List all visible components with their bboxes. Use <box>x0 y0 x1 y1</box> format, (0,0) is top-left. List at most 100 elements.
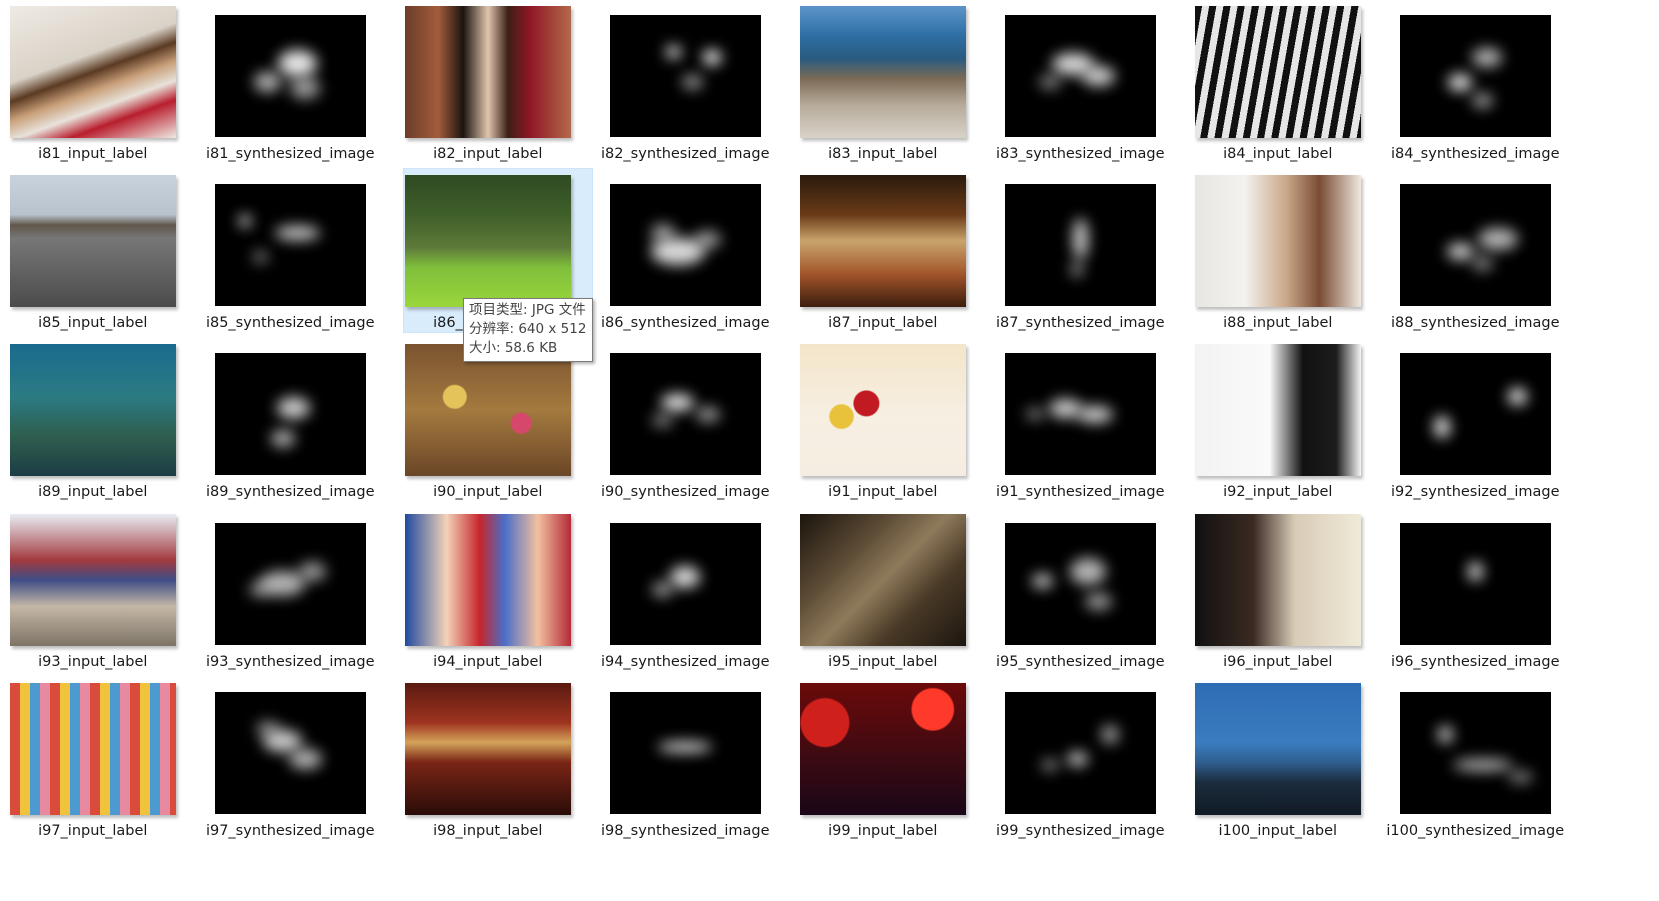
photo-thumbnail <box>1194 175 1361 308</box>
file-tile[interactable]: i98_input_label <box>389 679 587 848</box>
tooltip-size: 大小: 58.6 KB <box>469 340 558 356</box>
file-tile[interactable]: i85_input_label <box>0 171 192 340</box>
file-tile[interactable]: i92_input_label <box>1179 340 1377 509</box>
thumbnail-frame <box>1392 344 1558 476</box>
thumbnail-frame <box>9 175 176 308</box>
thumbnail-frame <box>404 513 571 646</box>
file-name-label: i96_input_label <box>1223 653 1333 670</box>
file-tile[interactable]: i85_synthesized_image <box>192 171 390 340</box>
file-tile[interactable]: i82_synthesized_image <box>587 2 785 171</box>
file-tile[interactable]: i84_input_label <box>1179 2 1377 171</box>
file-tile[interactable]: i92_synthesized_image <box>1377 340 1575 509</box>
photo-thumbnail <box>1194 344 1361 477</box>
file-name-label: i98_synthesized_image <box>600 822 770 839</box>
saliency-map-thumbnail <box>214 15 366 137</box>
saliency-map-thumbnail <box>1399 691 1551 814</box>
file-tile[interactable]: i88_synthesized_image <box>1377 171 1575 340</box>
saliency-map-thumbnail <box>214 353 366 476</box>
thumbnail-frame <box>1392 175 1558 307</box>
file-tile[interactable]: i97_synthesized_image <box>192 679 390 848</box>
saliency-map-thumbnail <box>214 691 366 814</box>
file-tile[interactable]: i91_synthesized_image <box>982 340 1180 509</box>
file-tile[interactable]: i95_input_label <box>784 510 982 679</box>
photo-thumbnail <box>799 175 966 308</box>
file-name-label: i91_synthesized_image <box>995 484 1165 501</box>
file-name-label: i87_input_label <box>828 315 938 332</box>
file-tile[interactable]: i100_input_label <box>1179 679 1377 848</box>
thumbnail-frame <box>799 175 966 308</box>
thumbnail-frame <box>404 344 571 477</box>
photo-thumbnail <box>404 6 571 138</box>
file-name-label: i83_synthesized_image <box>995 146 1165 162</box>
saliency-map-thumbnail <box>1399 522 1551 645</box>
file-name-label: i97_input_label <box>38 822 148 839</box>
thumbnail-frame <box>602 683 768 815</box>
thumbnail-frame <box>207 344 373 476</box>
saliency-map-thumbnail <box>609 15 761 137</box>
photo-thumbnail <box>9 6 176 138</box>
thumbnail-frame <box>9 513 176 646</box>
file-name-label: i92_synthesized_image <box>1390 484 1560 501</box>
file-tile[interactable]: i89_synthesized_image <box>192 340 390 509</box>
file-tile[interactable]: i86_synthesized_image <box>587 171 785 340</box>
file-name-label: i100_synthesized_image <box>1386 822 1565 839</box>
file-tile[interactable]: i88_input_label <box>1179 171 1377 340</box>
file-tile[interactable]: i90_synthesized_image <box>587 340 785 509</box>
photo-thumbnail <box>404 513 571 646</box>
file-tile[interactable]: i99_input_label <box>784 679 982 848</box>
thumbnail-frame <box>602 6 768 138</box>
file-tile[interactable]: i90_input_label <box>389 340 587 509</box>
thumbnail-frame <box>207 683 373 815</box>
thumbnail-frame <box>799 682 966 815</box>
photo-thumbnail <box>404 682 571 815</box>
file-name-label: i99_synthesized_image <box>995 822 1165 839</box>
file-tile[interactable]: i83_synthesized_image <box>982 2 1180 171</box>
thumbnail-frame <box>997 6 1163 138</box>
file-tile[interactable]: i94_synthesized_image <box>587 510 785 679</box>
file-tile[interactable]: i94_input_label <box>389 510 587 679</box>
file-info-tooltip: 项目类型: JPG 文件 分辨率: 640 x 512 大小: 58.6 KB <box>463 298 594 362</box>
file-tile[interactable]: i91_input_label <box>784 340 982 509</box>
file-tile[interactable]: i87_synthesized_image <box>982 171 1180 340</box>
file-tile[interactable]: i82_input_label <box>389 2 587 171</box>
file-name-label: i93_input_label <box>38 653 148 670</box>
file-name-label: i91_input_label <box>828 484 938 501</box>
thumbnail-frame <box>207 175 373 307</box>
thumbnail-frame <box>404 6 571 138</box>
file-tile[interactable]: i83_input_label <box>784 2 982 171</box>
thumbnail-frame <box>1392 6 1558 138</box>
file-tile[interactable]: i81_input_label <box>0 2 192 171</box>
file-name-label: i82_synthesized_image <box>600 146 770 162</box>
file-name-label: i84_input_label <box>1223 146 1333 162</box>
saliency-map-thumbnail <box>1004 15 1156 137</box>
file-tile[interactable]: i95_synthesized_image <box>982 510 1180 679</box>
thumbnail-frame <box>1194 344 1361 477</box>
tooltip-type: 项目类型: JPG 文件 <box>469 302 586 318</box>
saliency-map-thumbnail <box>609 353 761 476</box>
thumbnail-frame <box>404 175 571 308</box>
saliency-map-thumbnail <box>1004 353 1156 476</box>
file-name-label: i87_synthesized_image <box>995 315 1165 332</box>
file-tile[interactable]: i87_input_label <box>784 171 982 340</box>
file-tile[interactable]: i99_synthesized_image <box>982 679 1180 848</box>
file-tile[interactable]: i81_synthesized_image <box>192 2 390 171</box>
file-tile[interactable]: i93_input_label <box>0 510 192 679</box>
file-tile[interactable]: i96_synthesized_image <box>1377 510 1575 679</box>
file-tile[interactable]: i96_input_label <box>1179 510 1377 679</box>
thumbnail-frame <box>997 514 1163 646</box>
file-name-label: i94_synthesized_image <box>600 653 770 670</box>
file-tile[interactable]: i100_synthesized_image <box>1377 679 1575 848</box>
file-tile[interactable]: i84_synthesized_image <box>1377 2 1575 171</box>
thumbnail-frame <box>997 344 1163 476</box>
file-tile[interactable]: i93_synthesized_image <box>192 510 390 679</box>
file-tile[interactable]: i97_input_label <box>0 679 192 848</box>
file-name-label: i100_input_label <box>1218 822 1338 839</box>
thumbnail-frame <box>9 682 176 815</box>
photo-thumbnail <box>799 6 966 138</box>
file-tile[interactable]: i89_input_label <box>0 340 192 509</box>
file-name-label: i88_input_label <box>1223 315 1333 332</box>
photo-thumbnail <box>1194 6 1361 138</box>
thumbnail-frame <box>997 683 1163 815</box>
file-name-label: i92_input_label <box>1223 484 1333 501</box>
file-tile[interactable]: i98_synthesized_image <box>587 679 785 848</box>
